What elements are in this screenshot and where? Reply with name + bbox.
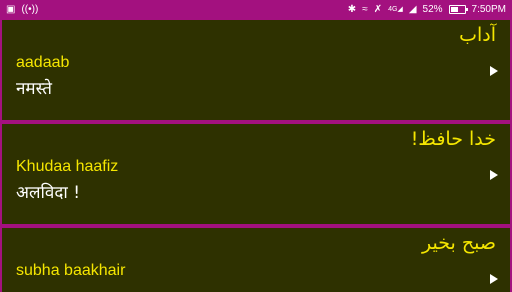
battery-icon (448, 5, 468, 14)
phrase-card[interactable]: آداب aadaab नमस्ते (2, 20, 510, 120)
transliteration: aadaab (16, 54, 70, 71)
phrase-card[interactable]: صبح بخیر subha baakhair (2, 228, 510, 292)
urdu-phrase: خدا حافظ! (410, 128, 496, 150)
hindi-translation: नमस्ते (16, 79, 52, 99)
mute-icon: ✗ (373, 4, 383, 15)
urdu-phrase: صبح بخیر (422, 232, 496, 254)
urdu-phrase: آداب (459, 24, 496, 46)
hindi-translation: अलविदा ! (16, 183, 81, 203)
battery-percent: 52% (422, 4, 443, 15)
signal-icon: ◢ (408, 4, 417, 15)
status-left: ▣ ((•)) (6, 3, 38, 16)
clock: 7:50PM (471, 4, 506, 15)
signal-4g-icon: 4G◢ (388, 6, 403, 13)
broadcast-icon: ((•)) (21, 4, 39, 15)
status-right: ✱ ≈ ✗ 4G◢ ◢ 52% 7:50PM (348, 3, 506, 16)
phrase-card[interactable]: خدا حافظ! Khudaa haafiz अलविदा ! (2, 124, 510, 224)
wifi-icon: ≈ (362, 4, 368, 15)
bluetooth-icon: ✱ (347, 4, 357, 15)
status-bar: ▣ ((•)) ✱ ≈ ✗ 4G◢ ◢ 52% 7:50PM (0, 0, 512, 19)
play-icon[interactable] (490, 274, 498, 284)
image-icon: ▣ (6, 4, 16, 15)
play-icon[interactable] (490, 170, 498, 180)
transliteration: subha baakhair (16, 262, 126, 279)
battery-level-fill (450, 7, 458, 12)
play-icon[interactable] (490, 66, 498, 76)
transliteration: Khudaa haafiz (16, 158, 119, 175)
